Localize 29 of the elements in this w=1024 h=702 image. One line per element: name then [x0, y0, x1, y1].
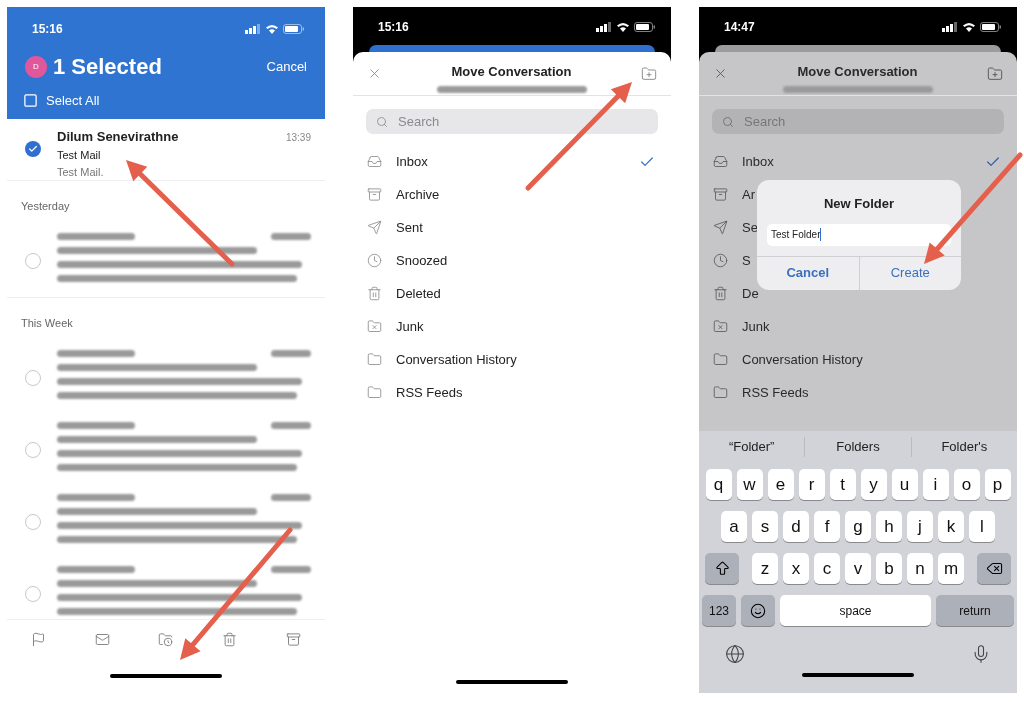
folder-label: S — [742, 251, 751, 270]
folder-label: Junk — [742, 317, 770, 336]
folder-label: RSS Feeds — [396, 383, 463, 402]
folder-label: Inbox — [396, 152, 428, 171]
folder-label: Deleted — [396, 284, 441, 303]
folder-label: Se — [742, 218, 758, 237]
sheet-title: Move Conversation — [797, 63, 918, 81]
folder-label: Ar — [742, 185, 755, 204]
folder-label: Junk — [396, 317, 424, 336]
folder-label: Sent — [396, 218, 423, 237]
selection-title: 1 Selected — [53, 53, 162, 81]
section-header: This Week — [21, 317, 73, 329]
folder-label: Inbox — [742, 152, 774, 171]
sender-name: Dilum Senevirathne — [57, 127, 179, 146]
message-preview: Test Mail. — [57, 164, 105, 180]
message-time: 13:39 — [285, 130, 311, 145]
sheet-title: Move Conversation — [451, 63, 572, 81]
section-header: Yesterday — [21, 200, 70, 212]
folder-label: Conversation History — [396, 350, 517, 369]
folder-label: Conversation History — [742, 350, 863, 369]
status-time: 15:16 — [378, 19, 409, 36]
folder-label: Snoozed — [396, 251, 448, 270]
folder-label: Archive — [396, 185, 440, 204]
status-time: 14:47 — [724, 19, 755, 36]
folder-label: De — [742, 284, 759, 303]
message-subject: Test Mail — [57, 148, 102, 163]
status-time: 15:16 — [32, 21, 63, 38]
dialog-title: New Folder — [822, 195, 896, 213]
folder-label: RSS Feeds — [742, 383, 809, 402]
